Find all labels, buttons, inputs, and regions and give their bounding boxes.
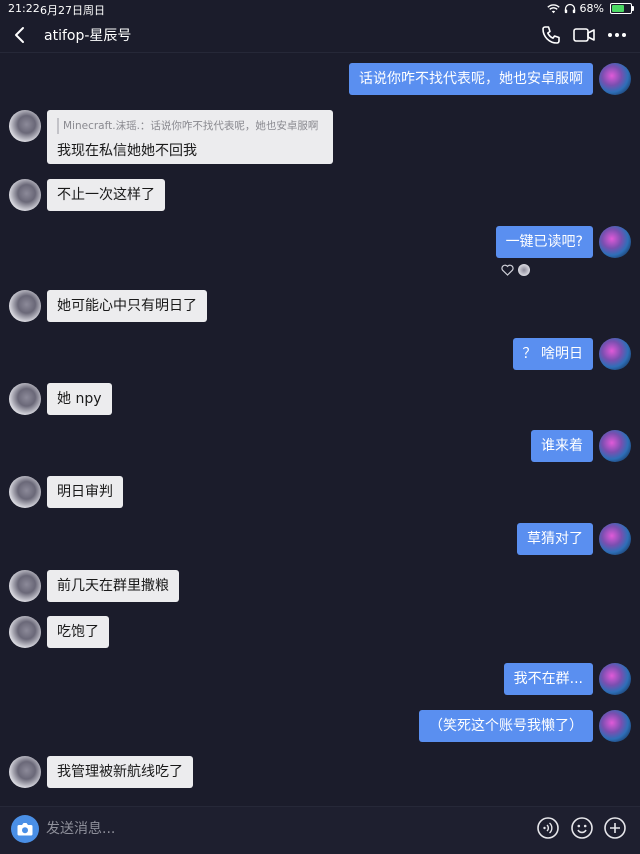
outgoing-message[interactable]: 草猜对了: [517, 523, 593, 555]
more-options-icon[interactable]: [606, 24, 628, 46]
avatar[interactable]: [9, 616, 41, 648]
voice-button[interactable]: [536, 816, 560, 840]
avatar[interactable]: [9, 179, 41, 211]
chat-header: atifop-星辰号: [0, 18, 640, 53]
camera-icon: [17, 823, 33, 836]
avatar[interactable]: [599, 710, 631, 742]
read-reactions: [501, 264, 530, 276]
battery-fill: [612, 5, 624, 12]
camera-button[interactable]: [11, 815, 39, 843]
incoming-message[interactable]: 我管理被新航线吃了: [47, 756, 193, 788]
heart-icon[interactable]: [501, 264, 514, 276]
incoming-message[interactable]: 吃饱了: [47, 616, 109, 648]
avatar[interactable]: [599, 663, 631, 695]
avatar[interactable]: [9, 756, 41, 788]
avatar[interactable]: [9, 476, 41, 508]
battery-icon: [610, 3, 634, 14]
chat-title: atifop-星辰号: [44, 28, 132, 44]
video-call-icon[interactable]: [572, 24, 596, 46]
outgoing-message[interactable]: 我不在群...: [503, 663, 593, 695]
incoming-message[interactable]: 她 npy: [47, 383, 112, 415]
avatar[interactable]: [9, 110, 41, 142]
status-date: 6月27日周日: [40, 4, 105, 17]
outgoing-message[interactable]: ？ 啥明日: [512, 338, 593, 370]
status-right-group: 68%: [546, 2, 634, 15]
emoji-button[interactable]: [570, 816, 594, 840]
reply-text: 我现在私信她她不回我: [57, 143, 197, 159]
incoming-message[interactable]: 她可能心中只有明日了: [47, 290, 207, 322]
status-bar: 21:22 6月27日周日 68%: [0, 0, 640, 18]
message-input[interactable]: [44, 813, 528, 845]
status-time: 21:22: [8, 2, 40, 15]
wifi-icon: [546, 3, 560, 13]
incoming-message[interactable]: 明日审判: [47, 476, 123, 508]
avatar[interactable]: [599, 63, 631, 95]
avatar[interactable]: [599, 338, 631, 370]
outgoing-message[interactable]: （笑死这个账号我懒了）: [419, 710, 593, 742]
emoji-icon: [571, 817, 593, 839]
phone-call-icon[interactable]: [540, 24, 562, 46]
outgoing-message[interactable]: 谁来着: [531, 430, 593, 462]
reader-avatar: [518, 264, 530, 276]
avatar[interactable]: [9, 290, 41, 322]
battery-percent: 68%: [579, 2, 604, 15]
outgoing-message[interactable]: 一键已读吧?: [495, 226, 593, 258]
voice-icon: [537, 817, 559, 839]
quoted-text: Minecraft.沫瑶.：话说你咋不找代表呢，她也安卓服啊: [63, 120, 319, 132]
message-input-bar: [0, 806, 640, 854]
incoming-message[interactable]: 前几天在群里撒粮: [47, 570, 179, 602]
avatar[interactable]: [599, 430, 631, 462]
message-list[interactable]: 话说你咋不找代表呢，她也安卓服啊 Minecraft.沫瑶.：话说你咋不找代表呢…: [0, 53, 640, 805]
plus-icon: [604, 817, 626, 839]
avatar[interactable]: [599, 523, 631, 555]
back-arrow-icon[interactable]: [10, 24, 32, 46]
quoted-reply-message[interactable]: Minecraft.沫瑶.：话说你咋不找代表呢，她也安卓服啊 我现在私信她她不回…: [47, 110, 333, 164]
headphones-icon: [564, 3, 575, 14]
outgoing-message[interactable]: 话说你咋不找代表呢，她也安卓服啊: [349, 63, 593, 95]
avatar[interactable]: [9, 383, 41, 415]
avatar[interactable]: [9, 570, 41, 602]
incoming-message[interactable]: 不止一次这样了: [47, 179, 165, 211]
add-attachment-button[interactable]: [603, 816, 627, 840]
quote-divider: [57, 118, 59, 134]
avatar[interactable]: [599, 226, 631, 258]
